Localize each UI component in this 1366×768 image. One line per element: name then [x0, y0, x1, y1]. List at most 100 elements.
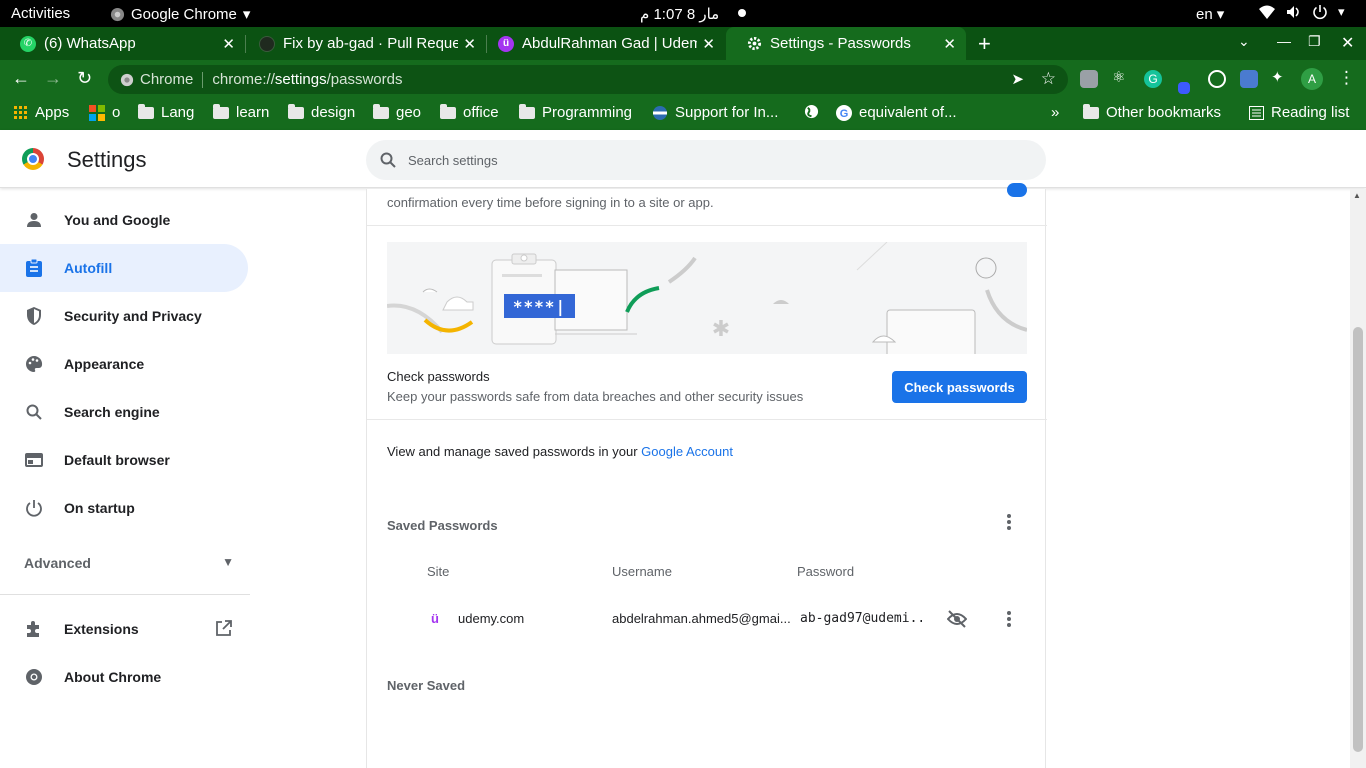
saved-passwords-heading: Saved Passwords: [387, 518, 498, 533]
bookmark-label: Programming: [542, 104, 633, 121]
password-check-illustration: ✱ ****|: [387, 242, 1027, 354]
language-label: en: [1196, 5, 1213, 23]
extension-icon[interactable]: [1080, 70, 1098, 88]
bookmark-folder-lang[interactable]: Lang: [138, 103, 194, 121]
extension-icon[interactable]: [1240, 70, 1258, 88]
auto-signin-toggle[interactable]: [1007, 183, 1027, 197]
bookmark-folder-learn[interactable]: learn: [213, 103, 269, 121]
bookmark-folder-office[interactable]: office: [440, 103, 499, 121]
saved-passwords-menu-icon[interactable]: [999, 512, 1019, 532]
sidebar-item-search-engine[interactable]: Search engine: [0, 388, 248, 436]
puzzle-icon: [24, 619, 44, 639]
folder-icon: [213, 103, 229, 119]
caret-down-icon: ▾: [1338, 4, 1345, 19]
system-tray[interactable]: ▾: [1258, 4, 1345, 20]
bookmark-folder-programming[interactable]: Programming: [519, 103, 633, 121]
google-account-link[interactable]: Google Account: [641, 444, 733, 459]
tab-strip: ✆ (6) WhatsApp ✕ Fix by ab-gad · Pull Re…: [0, 27, 1366, 60]
close-icon[interactable]: ✕: [702, 35, 715, 53]
volume-icon: [1286, 4, 1302, 20]
language-indicator[interactable]: en ▾: [1196, 5, 1225, 24]
bookmark-folder-design[interactable]: design: [288, 103, 355, 121]
reading-list-button[interactable]: Reading list: [1249, 104, 1349, 121]
forward-button[interactable]: →: [44, 68, 62, 89]
chrome-site-icon: [120, 73, 134, 87]
sidebar-item-label: Extensions: [64, 621, 139, 637]
address-bar[interactable]: Chrome chrome://settings/passwords ➤ ☆: [108, 65, 1068, 94]
password-row-menu-icon[interactable]: [999, 609, 1019, 629]
sidebar-item-autofill[interactable]: Autofill: [0, 244, 248, 292]
scrollbar-thumb[interactable]: [1353, 327, 1363, 752]
power-icon: [24, 498, 44, 518]
chrome-logo-icon: [22, 148, 44, 170]
bookmark-apps[interactable]: Apps: [14, 104, 69, 121]
tab-github-pull-request[interactable]: Fix by ab-gad · Pull Reque ✕: [239, 27, 486, 60]
url-path: /passwords: [326, 71, 403, 88]
send-tab-icon[interactable]: ➤: [1011, 70, 1024, 88]
password-row: ü udemy.com abdelrahman.ahmed5@gmai... a…: [367, 601, 1047, 637]
manage-passwords-text: View and manage saved passwords in your …: [387, 444, 733, 459]
bookmark-world[interactable]: [804, 104, 826, 119]
extension-icon[interactable]: [1178, 82, 1190, 94]
extensions-puzzle-icon[interactable]: ✦: [1271, 68, 1289, 86]
sidebar-item-label: Search engine: [64, 404, 160, 420]
password-site[interactable]: udemy.com: [458, 611, 524, 626]
app-menu[interactable]: Google Chrome ▾: [110, 5, 250, 23]
clock[interactable]: مار 8 1:07 م: [640, 5, 719, 23]
chrome-menu-icon[interactable]: ⋮: [1338, 68, 1355, 88]
target-extension-icon[interactable]: [1208, 70, 1226, 88]
section-divider: [367, 419, 1047, 420]
back-button[interactable]: ←: [12, 68, 30, 89]
bookmark-google-search[interactable]: Gequivalent of...: [836, 104, 957, 121]
maximize-button[interactable]: ❐: [1308, 33, 1321, 50]
reload-button[interactable]: ↻: [77, 68, 92, 89]
caret-down-icon: ▾: [1216, 6, 1225, 23]
activities-button[interactable]: Activities: [11, 5, 70, 22]
hide-password-eye-icon[interactable]: [946, 610, 968, 633]
bookmark-o[interactable]: o: [89, 104, 120, 121]
profile-avatar[interactable]: A: [1301, 68, 1323, 90]
tab-title: (6) WhatsApp: [44, 35, 136, 52]
external-link-icon: [215, 620, 232, 640]
system-top-bar: Activities Google Chrome ▾ مار 8 1:07 م …: [0, 0, 1366, 27]
bookmark-support[interactable]: Support for In...: [652, 104, 778, 121]
sidebar-item-appearance[interactable]: Appearance: [0, 340, 248, 388]
sidebar-divider: [0, 594, 250, 595]
sidebar-item-label: Appearance: [64, 356, 145, 372]
grammarly-icon[interactable]: G: [1144, 70, 1162, 88]
bookmark-label: Apps: [35, 104, 70, 121]
settings-sidebar: You and Google Autofill Security and Pri…: [0, 189, 260, 768]
sidebar-item-extensions[interactable]: Extensions: [0, 605, 250, 653]
tab-settings-passwords[interactable]: Settings - Passwords ✕: [726, 27, 966, 60]
sidebar-item-default-browser[interactable]: Default browser: [0, 436, 248, 484]
bookmark-star-icon[interactable]: ☆: [1041, 69, 1056, 89]
check-passwords-button[interactable]: Check passwords: [892, 371, 1027, 403]
manage-text: View and manage saved passwords in your: [387, 444, 642, 459]
tab-whatsapp[interactable]: ✆ (6) WhatsApp ✕: [0, 27, 245, 60]
new-tab-button[interactable]: +: [978, 31, 991, 57]
sidebar-item-security-privacy[interactable]: Security and Privacy: [0, 292, 248, 340]
scroll-up-arrow-icon[interactable]: ▲: [1353, 191, 1361, 200]
close-icon[interactable]: ✕: [943, 35, 956, 53]
minimize-button[interactable]: —: [1277, 33, 1291, 49]
apps-grid-icon: [14, 105, 28, 120]
close-window-button[interactable]: ✕: [1341, 33, 1354, 53]
bookmark-other[interactable]: Other bookmarks: [1083, 103, 1221, 121]
tab-search-icon[interactable]: ⌄: [1238, 33, 1250, 50]
close-icon[interactable]: ✕: [463, 35, 476, 53]
bookmark-label: geo: [396, 104, 422, 121]
page-scrollbar[interactable]: ▲: [1350, 189, 1366, 768]
tab-udemy[interactable]: ü AbdulRahman Gad | Udem ✕: [478, 27, 725, 60]
notification-dot: [738, 9, 746, 17]
close-icon[interactable]: ✕: [222, 35, 235, 53]
browser-toolbar: ← → ↻ Chrome chrome://settings/passwords…: [0, 60, 1366, 98]
search-input[interactable]: [408, 152, 1008, 168]
sidebar-item-on-startup[interactable]: On startup: [0, 484, 248, 532]
sidebar-item-about-chrome[interactable]: About Chrome: [0, 653, 248, 701]
advanced-section-toggle[interactable]: Advanced ▼: [24, 555, 234, 571]
bookmarks-overflow-button[interactable]: »: [1051, 104, 1059, 121]
sidebar-item-you-and-google[interactable]: You and Google: [0, 196, 248, 244]
react-devtools-icon[interactable]: ⚛: [1112, 68, 1130, 86]
bookmark-folder-geo[interactable]: geo: [373, 103, 422, 121]
search-settings-box[interactable]: [366, 140, 1046, 180]
